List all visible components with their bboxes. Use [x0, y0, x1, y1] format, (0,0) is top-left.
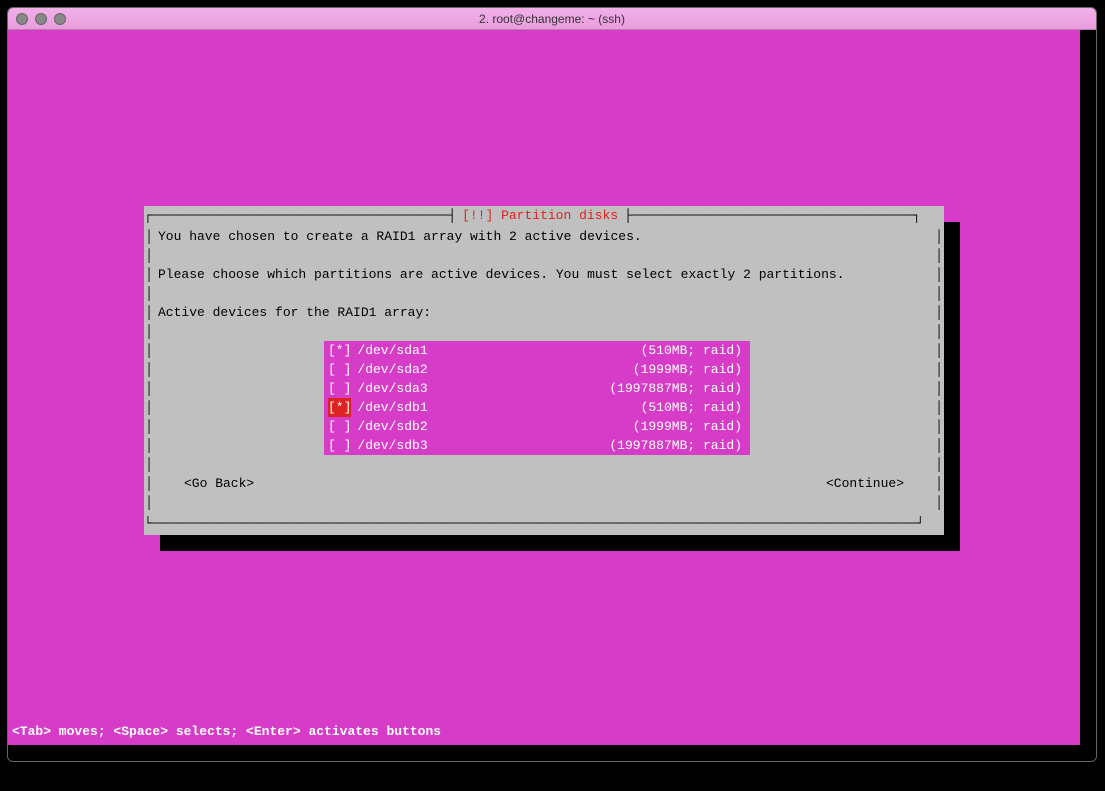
partition-info: (510MB; raid) [641, 341, 750, 360]
zoom-icon[interactable] [54, 13, 66, 25]
go-back-button[interactable]: <Go Back> [184, 474, 254, 493]
partition-device: /dev/sda2 [351, 360, 427, 379]
partition-device: /dev/sda3 [351, 379, 427, 398]
window-title: 2. root@changeme: ~ (ssh) [8, 12, 1096, 26]
dialog-text-1: You have chosen to create a RAID1 array … [154, 227, 934, 246]
dialog-border-bottom: └───────────────────────────────────────… [144, 516, 944, 535]
partition-row[interactable]: [ ]/dev/sdb3 (1997887MB; raid) [324, 436, 750, 455]
partition-row[interactable]: [ ]/dev/sdb2 (1999MB; raid) [324, 417, 750, 436]
terminal-frame: ┌──────────────────────────────────────┤… [8, 30, 1096, 761]
partition-info: (1997887MB; raid) [609, 379, 750, 398]
dialog-text-3: Active devices for the RAID1 array: [154, 303, 934, 322]
partition-row[interactable]: [ ]/dev/sda2 (1999MB; raid) [324, 360, 750, 379]
dialog-border-top: ┌──────────────────────────────────────┤… [144, 206, 944, 225]
partition-info: (1999MB; raid) [633, 360, 750, 379]
window-titlebar: 2. root@changeme: ~ (ssh) [8, 8, 1096, 30]
window-controls [16, 13, 66, 25]
partition-device: /dev/sdb1 [351, 398, 427, 417]
partition-device: /dev/sda1 [351, 341, 427, 360]
checkbox-icon[interactable]: [ ] [328, 417, 351, 436]
partition-device: /dev/sdb2 [351, 417, 427, 436]
partition-row[interactable]: [*]/dev/sda1 (510MB; raid) [324, 341, 750, 360]
terminal-viewport[interactable]: ┌──────────────────────────────────────┤… [8, 30, 1080, 745]
minimize-icon[interactable] [35, 13, 47, 25]
dialog-title: [!!] Partition disks [456, 208, 624, 223]
partition-info: (510MB; raid) [641, 398, 750, 417]
partition-row[interactable]: [ ]/dev/sda3 (1997887MB; raid) [324, 379, 750, 398]
dialog-text-2: Please choose which partitions are activ… [154, 265, 934, 284]
terminal-window: 2. root@changeme: ~ (ssh) ┌─────────────… [7, 7, 1097, 762]
checkbox-icon[interactable]: [ ] [328, 436, 351, 455]
checkbox-icon[interactable]: [ ] [328, 379, 351, 398]
partition-device: /dev/sdb3 [351, 436, 427, 455]
continue-button[interactable]: <Continue> [826, 474, 904, 493]
partition-info: (1999MB; raid) [633, 417, 750, 436]
status-bar: <Tab> moves; <Space> selects; <Enter> ac… [8, 722, 1080, 745]
partition-info: (1997887MB; raid) [609, 436, 750, 455]
partition-dialog: ┌──────────────────────────────────────┤… [144, 206, 944, 535]
checkbox-icon[interactable]: [*] [328, 398, 351, 417]
checkbox-icon[interactable]: [ ] [328, 360, 351, 379]
checkbox-icon[interactable]: [*] [328, 341, 351, 360]
close-icon[interactable] [16, 13, 28, 25]
partition-row[interactable]: [*]/dev/sdb1 (510MB; raid) [324, 398, 750, 417]
